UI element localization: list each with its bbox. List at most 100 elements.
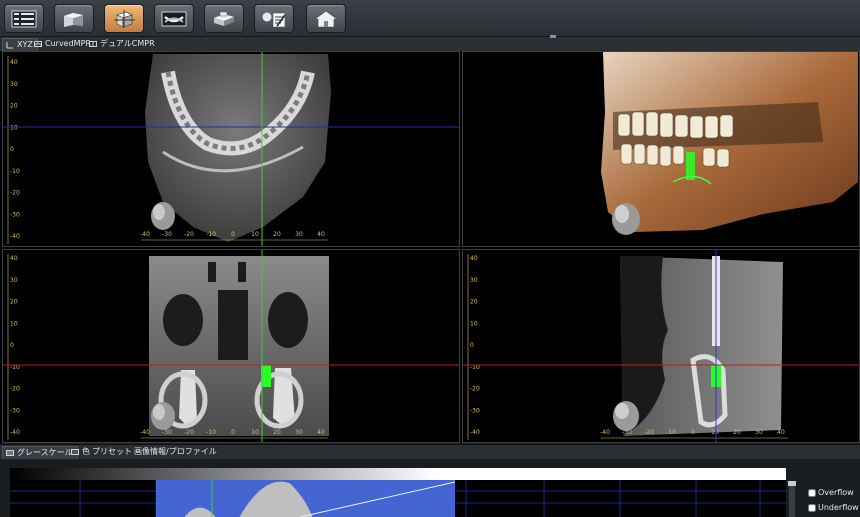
scale-label-y: 10 [10, 124, 18, 131]
scale-label-y: 20 [470, 299, 478, 306]
profile-slider-thumb[interactable] [788, 481, 796, 486]
scale-label-y: -40 [10, 233, 20, 240]
scale-label-x: 30 [295, 231, 303, 238]
tab-label: プリセット [92, 447, 132, 456]
scale-label-y: 0 [470, 342, 474, 349]
image-settings-tabbar: グレースケール 色 プリセット 画像情報/プロファイル [0, 444, 860, 460]
scale-label-x: 10 [251, 429, 259, 436]
dual-curve-icon [89, 41, 97, 47]
overflow-checkbox[interactable] [808, 489, 816, 497]
volume-3d-viewport[interactable] [462, 51, 860, 247]
panorama-jaw-icon [161, 11, 187, 26]
scale-label-y: -30 [10, 211, 20, 218]
coronal-viewport[interactable]: -40 -30 -20 -10 0 10 20 30 40 40 30 20 10 0 -10 -20 -30… [2, 249, 460, 443]
axial-viewport[interactable]: -40 -30 -20 -10 0 10 20 30 40 40 30 20 10 0 -10 -20 -30… [2, 51, 460, 247]
grayscale-ramp-bar [10, 468, 786, 480]
tab-label: グレースケール [17, 448, 73, 457]
panorama-button[interactable] [154, 4, 194, 33]
splitter-handle[interactable] [550, 35, 556, 38]
report-button[interactable] [254, 4, 294, 33]
scale-label-y: 30 [10, 277, 18, 284]
scale-label-y: -20 [470, 386, 480, 393]
tab-label: 画像情報/プロファイル [134, 447, 217, 456]
scale-label-y: -40 [470, 429, 480, 436]
scale-label-y: 40 [10, 59, 18, 66]
scale-label-x: -10 [206, 429, 216, 436]
profile-slider-track[interactable] [788, 481, 796, 517]
main-toolbar [0, 0, 860, 37]
scale-label-x: 30 [295, 429, 303, 436]
tab-label: CurvedMPR [45, 39, 91, 48]
viewport-grid: -40 -30 -20 -10 0 10 20 30 40 40 30 20 10 0 -10 -20 -30… [0, 51, 860, 443]
scale-label-x: 0 [231, 429, 235, 436]
scale-label-x: 30 [755, 429, 763, 436]
scale-label-y: -20 [10, 190, 20, 197]
scale-label-x: -20 [644, 429, 654, 436]
scale-label-y: 40 [10, 255, 18, 262]
scale-label-y: -30 [10, 407, 20, 414]
scale-label-y: -40 [10, 429, 20, 436]
view-mode-tabbar: XYZ CurvedMPR デュアルCMPR [0, 35, 860, 52]
layout-grid-button[interactable] [4, 4, 44, 33]
underflow-checkbox[interactable] [808, 504, 816, 512]
cubes-icon [64, 12, 83, 27]
volume-render-button[interactable] [204, 4, 244, 33]
scale-label-x: -40 [140, 429, 150, 436]
mpr-cube-icon [114, 9, 135, 28]
scale-label-y: 30 [10, 81, 18, 88]
scale-label-y: 10 [10, 320, 18, 327]
scale-label-x: -30 [162, 429, 172, 436]
axial-image: -40 -30 -20 -10 0 10 20 30 40 40 30 20 10 0 -10 -20 -30… [3, 52, 459, 246]
underflow-label: Underflow [818, 503, 859, 512]
scale-label-x: -20 [184, 231, 194, 238]
scale-label-x: 0 [691, 429, 695, 436]
tab-dual-cmpr[interactable]: デュアルCMPR [86, 38, 159, 50]
scale-label-y: 20 [10, 299, 18, 306]
histogram-chart[interactable] [0, 459, 800, 517]
volume-render-icon [214, 11, 234, 26]
color-icon [71, 449, 79, 455]
scale-label-y: 0 [10, 342, 14, 349]
home-icon [314, 10, 338, 27]
view-cubes-button[interactable] [54, 4, 94, 33]
tab-grayscale[interactable]: グレースケール [2, 446, 78, 459]
tab-preset[interactable]: プリセット [88, 446, 136, 458]
sagittal-viewport[interactable]: -40 -30 -20 -10 0 10 20 30 40 40 30 20 10 0 -10 -20 -30… [462, 249, 860, 443]
scale-label-x: -30 [162, 231, 172, 238]
scale-label-x: 20 [733, 429, 741, 436]
scale-label-x: 40 [777, 429, 785, 436]
scale-label-y: -10 [10, 168, 20, 175]
curve-icon [34, 41, 42, 47]
scale-label-y: 40 [470, 255, 478, 262]
scale-label-y: 20 [10, 103, 18, 110]
head-report-icon [262, 12, 286, 27]
home-button[interactable] [306, 4, 346, 33]
tab-image-info-profile[interactable]: 画像情報/プロファイル [130, 446, 221, 458]
scale-label-y: -30 [470, 407, 480, 414]
scale-label-y: -20 [10, 386, 20, 393]
scale-label-x: -30 [622, 429, 632, 436]
scale-label-y: 30 [470, 277, 478, 284]
underflow-checkbox-row[interactable]: Underflow [808, 503, 859, 515]
overflow-checkbox-row[interactable]: Overflow [808, 488, 858, 500]
scale-label-x: 10 [251, 231, 259, 238]
tab-label: デュアルCMPR [100, 39, 155, 48]
grayscale-icon [6, 450, 14, 456]
coronal-image: -40 -30 -20 -10 0 10 20 30 40 403020100-10-20-30… [3, 250, 459, 442]
scale-label-x: 20 [273, 429, 281, 436]
scale-label-x: -40 [600, 429, 610, 436]
scale-label-x: 0 [231, 231, 235, 238]
skull-volume-render [601, 52, 858, 235]
mpr-button[interactable] [104, 4, 144, 33]
scale-label-x: -20 [184, 429, 194, 436]
sagittal-image: -40 -30 -20 -10 0 10 20 30 40 403020100-10-20-30… [463, 250, 859, 442]
scale-label-x: 20 [273, 231, 281, 238]
scale-label-x: -10 [206, 231, 216, 238]
scale-label-x: 40 [317, 231, 325, 238]
scale-label-x: 10 [711, 429, 719, 436]
scale-label-y: 0 [10, 146, 14, 153]
overflow-label: Overflow [818, 488, 854, 497]
scale-label-x: -10 [666, 429, 676, 436]
scale-label-x: -40 [140, 231, 150, 238]
layout-grid-icon [11, 10, 37, 27]
